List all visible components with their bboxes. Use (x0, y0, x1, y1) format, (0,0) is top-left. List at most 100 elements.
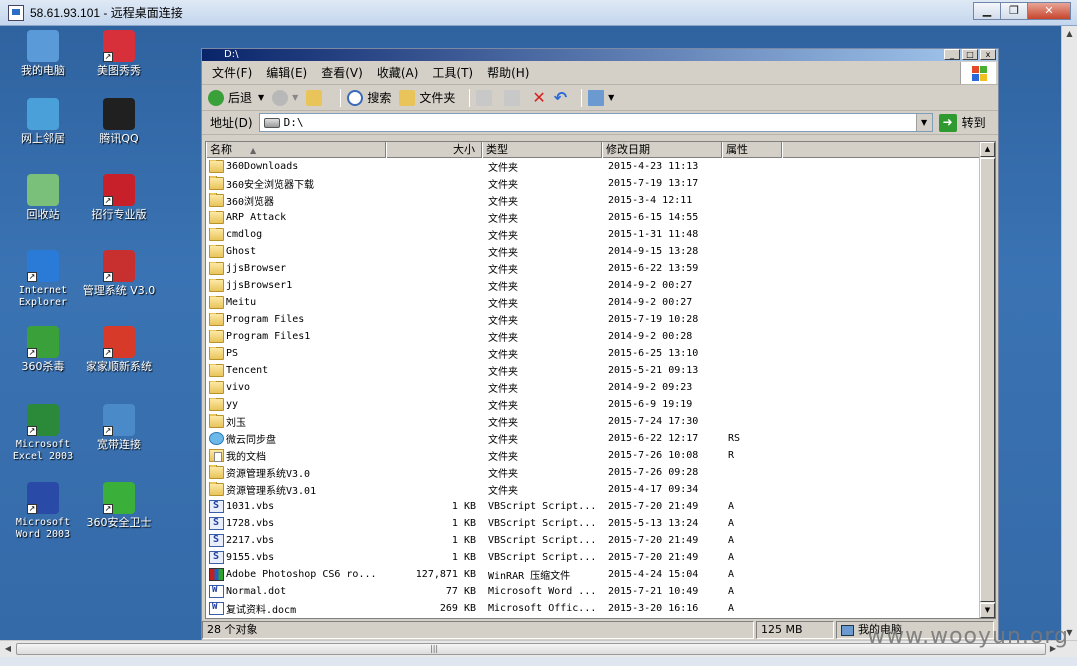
forward-button[interactable]: ▼ (272, 89, 298, 106)
desktop-icon-my-computer[interactable]: 我的电脑 (4, 30, 82, 77)
file-row[interactable]: 复试资料.docm 269 KB Microsoft Offic... 2015-3-… (206, 600, 995, 617)
shortcut-arrow-icon: ↗ (27, 272, 37, 282)
file-row[interactable]: Ghost 文件夹 2014-9-15 13:28 (206, 243, 995, 260)
column-size-header[interactable]: 大小 (386, 142, 482, 158)
file-row[interactable]: Tencent 文件夹 2015-5-21 09:13 (206, 362, 995, 379)
desktop-icon-jjs[interactable]: ↗ 家家顺新系统 (80, 326, 158, 373)
desktop-icon-av360[interactable]: ↗ 360杀毒 (4, 326, 82, 373)
file-type: 文件夹 (488, 316, 518, 327)
column-attr-header[interactable]: 属性 (722, 142, 782, 158)
explorer-maximize-button[interactable]: □ (962, 49, 978, 60)
restore-button[interactable]: ❐ (1000, 2, 1028, 20)
file-date: 2015-7-19 10:28 (608, 314, 699, 325)
toolbar: 后退 ▼ ▼ 搜索 文件夹 ✕ ↶ ▼ (202, 85, 998, 111)
close-button[interactable]: ✕ (1027, 2, 1071, 20)
file-row[interactable]: PS 文件夹 2015-6-25 13:10 (206, 345, 995, 362)
up-folder-button[interactable] (306, 89, 326, 106)
file-row[interactable]: 刘玉 文件夹 2015-7-24 17:30 (206, 413, 995, 430)
file-list-scrollbar[interactable]: ▲ ▼ (979, 142, 995, 618)
file-row[interactable]: Normal.dot 77 KB Microsoft Word ... 2015-7-… (206, 583, 995, 600)
file-row[interactable]: 1031.vbs 1 KB VBScript Script... 2015-7-20 … (206, 498, 995, 515)
file-row[interactable]: 9155.vbs 1 KB VBScript Script... 2015-7-20 … (206, 549, 995, 566)
desktop-icon-excel[interactable]: ↗ Microsoft Excel 2003 (4, 404, 82, 463)
file-row[interactable]: yy 文件夹 2015-6-9 19:19 (206, 396, 995, 413)
menu-view[interactable]: 查看(V) (321, 64, 363, 81)
menu-tools[interactable]: 工具(T) (432, 64, 473, 81)
desktop-icon-network[interactable]: 网上邻居 (4, 98, 82, 145)
scroll-thumb[interactable] (980, 158, 995, 602)
folder-icon (209, 193, 224, 207)
copy-to-button[interactable] (504, 89, 524, 106)
shortcut-arrow-icon: ↗ (27, 426, 37, 436)
back-button[interactable]: 后退 ▼ (208, 89, 264, 106)
desktop-icon-ie[interactable]: ↗ Internet Explorer (4, 250, 82, 309)
menu-edit[interactable]: 编辑(E) (266, 64, 307, 81)
column-type-header[interactable]: 类型 (482, 142, 602, 158)
desktop-icon-broadband[interactable]: ↗ 宽带连接 (80, 404, 158, 451)
desktop-icon-word[interactable]: ↗ Microsoft Word 2003 (4, 482, 82, 541)
file-row[interactable]: 资源管理系统V3.01 文件夹 2015-4-17 09:34 (206, 481, 995, 498)
desktop-icon-safe360[interactable]: ↗ 360安全卫士 (80, 482, 158, 529)
explorer-title: D:\ _ □ x (202, 49, 998, 61)
views-button[interactable]: ▼ (588, 89, 614, 106)
file-date: 2015-6-22 13:59 (608, 263, 699, 274)
file-row[interactable]: 360Downloads 文件夹 2015-4-23 11:13 (206, 158, 995, 175)
file-row[interactable]: 360安全浏览器下载 文件夹 2015-7-19 13:17 (206, 175, 995, 192)
file-row[interactable]: cmdlog 文件夹 2015-1-31 11:48 (206, 226, 995, 243)
back-label: 后退 (228, 91, 253, 105)
file-row[interactable]: ARP Attack 文件夹 2015-6-15 14:55 (206, 209, 995, 226)
file-row[interactable]: 360浏览器 文件夹 2015-3-4 12:11 (206, 192, 995, 209)
explorer-minimize-button[interactable]: _ (944, 49, 960, 60)
file-row[interactable]: Adobe Photoshop CS6 ro... 127,871 KB WinRA… (206, 566, 995, 583)
file-row[interactable]: 我的文档 文件夹 2015-7-26 10:08 R (206, 447, 995, 464)
file-row[interactable]: jjsBrowser1 文件夹 2014-9-2 00:27 (206, 277, 995, 294)
rdp-scroll-left-button[interactable]: ◀ (2, 643, 14, 655)
address-input[interactable]: D:\ ▼ (258, 113, 933, 132)
menu-file[interactable]: 文件(F) (212, 64, 252, 81)
file-row[interactable]: jjsBrowser 文件夹 2015-6-22 13:59 (206, 260, 995, 277)
scroll-down-button[interactable]: ▼ (980, 603, 995, 618)
desktop-icon-qq[interactable]: 腾讯QQ (80, 98, 158, 145)
explorer-close-button[interactable]: x (980, 49, 996, 60)
move-to-button[interactable] (476, 89, 496, 106)
column-date-header[interactable]: 修改日期 (602, 142, 722, 158)
file-row[interactable]: 微云同步盘 文件夹 2015-6-22 12:17 RS (206, 430, 995, 447)
go-button[interactable]: ➜ 转到 (938, 113, 986, 132)
file-row[interactable]: Program Files1 文件夹 2014-9-2 00:28 (206, 328, 995, 345)
rdp-window-title: 58.61.93.101 - 远程桌面连接 (30, 6, 183, 20)
column-header: 名称 ▲ 大小 类型 修改日期 属性 (206, 142, 995, 158)
file-row[interactable]: vivo 文件夹 2014-9-2 09:23 (206, 379, 995, 396)
file-row[interactable]: 2217.vbs 1 KB VBScript Script... 2015-7-20 … (206, 532, 995, 549)
scroll-up-button[interactable]: ▲ (980, 142, 995, 157)
menu-help[interactable]: 帮助(H) (487, 64, 529, 81)
menu-favorites[interactable]: 收藏(A) (377, 64, 419, 81)
search-button[interactable]: 搜索 (347, 89, 391, 106)
file-name: Program Files1 (226, 331, 311, 342)
column-name-header[interactable]: 名称 ▲ (206, 142, 386, 158)
desktop-icon-zhaohang[interactable]: ↗ 招行专业版 (80, 174, 158, 221)
sort-ascending-icon: ▲ (250, 146, 257, 155)
delete-button[interactable]: ✕ (532, 88, 545, 107)
rdp-scroll-up-button[interactable]: ▲ (1064, 28, 1075, 39)
file-type: 文件夹 (488, 265, 518, 276)
file-row[interactable]: 1728.vbs 1 KB VBScript Script... 2015-5-13 … (206, 515, 995, 532)
rdp-vertical-scrollbar[interactable]: ▲ ▼ (1061, 26, 1077, 640)
desktop-icon-recycle[interactable]: 回收站 (4, 174, 82, 221)
file-date: 2015-4-24 15:04 (608, 569, 699, 580)
address-dropdown-icon[interactable]: ▼ (915, 114, 932, 131)
undo-button[interactable]: ↶ (554, 88, 567, 107)
file-row[interactable]: 资源管理系统V3.0 文件夹 2015-7-26 09:28 (206, 464, 995, 481)
file-type: Microsoft Offic... (488, 603, 597, 614)
forward-dropdown-icon[interactable]: ▼ (292, 93, 298, 102)
back-dropdown-icon[interactable]: ▼ (258, 93, 264, 102)
file-row[interactable]: Meitu 文件夹 2014-9-2 00:27 (206, 294, 995, 311)
minimize-button[interactable]: ▁ (973, 2, 1001, 20)
folders-button[interactable]: 文件夹 (399, 89, 455, 106)
folder-icon (209, 211, 224, 224)
desktop-icon-mgmt[interactable]: ↗ 管理系统 V3.0 (80, 250, 158, 297)
desktop-icon-meitu[interactable]: ↗ 美图秀秀 (80, 30, 158, 77)
file-attr: RS (728, 433, 741, 444)
file-row[interactable]: Program Files 文件夹 2015-7-19 10:28 (206, 311, 995, 328)
jjs-icon: ↗ (103, 326, 135, 358)
file-name: 2217.vbs (226, 535, 275, 546)
